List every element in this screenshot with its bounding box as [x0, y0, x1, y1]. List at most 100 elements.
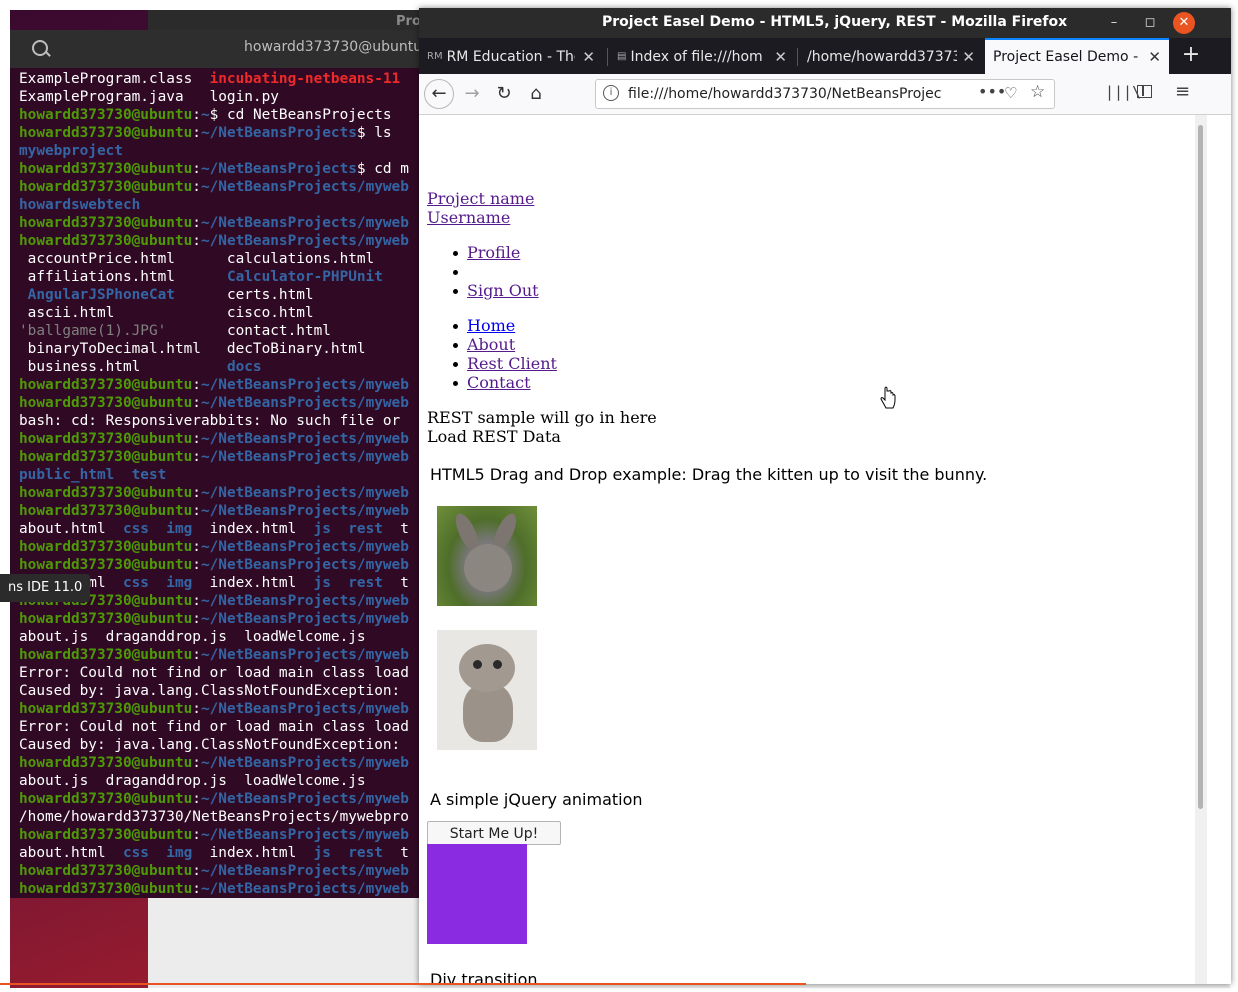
tab-close-icon[interactable]: ✕	[582, 40, 595, 74]
terminal-text: incubating-netbeans-11	[209, 71, 401, 87]
terminal-text: mywebproject	[19, 143, 123, 159]
tab-project-easel-demo[interactable]: Project Easel Demo - H ✕	[985, 38, 1169, 74]
tab-close-icon[interactable]: ✕	[774, 40, 787, 74]
tab-rm-education[interactable]: RM RM Education - The ✕	[419, 40, 603, 74]
scrollbar-thumb[interactable]	[1198, 125, 1203, 809]
load-rest-data[interactable]: Load REST Data	[427, 427, 561, 446]
terminal-text: certs.html	[174, 287, 314, 303]
page-scrollbar[interactable]	[1195, 115, 1207, 984]
terminal-text: t	[382, 845, 409, 861]
page-actions-icon[interactable]: •••	[978, 82, 1006, 101]
username-link[interactable]: Username	[427, 208, 510, 227]
terminal-text: howardd373730@ubuntu	[19, 539, 193, 555]
firefox-titlebar[interactable]: Project Easel Demo - HTML5, jQuery, REST…	[419, 8, 1231, 38]
terminal-text: ~/NetBeansProjects/myweb	[200, 881, 409, 897]
nav-about-link[interactable]: About	[467, 335, 515, 354]
terminal-text: css	[122, 521, 149, 537]
tab-strip: RM RM Education - The ✕ ▤ Index of file://…	[419, 38, 1231, 74]
nav-rest-client-link[interactable]: Rest Client	[467, 354, 557, 373]
tab-close-icon[interactable]: ✕	[1148, 40, 1161, 74]
terminal-text: howardd373730@ubuntu	[19, 485, 193, 501]
kitten-head	[459, 644, 515, 692]
terminal-text: $ cd NetBeansProjects	[209, 107, 392, 123]
terminal-text: Caused by: java.lang.ClassNotFoundExcept…	[19, 737, 409, 753]
terminal-text: ~/NetBeansProjects/myweb	[200, 827, 409, 843]
maximize-button[interactable]: ◻	[1139, 12, 1161, 34]
pocket-icon[interactable]: ♡	[1004, 84, 1017, 102]
terminal-text: :	[192, 431, 201, 447]
jquery-animation-heading: A simple jQuery animation	[430, 790, 643, 809]
terminal-text: howardd373730@ubuntu	[19, 647, 193, 663]
start-me-up-button[interactable]: Start Me Up!	[427, 821, 561, 845]
list-bullet	[453, 251, 458, 256]
terminal-text: :	[192, 449, 201, 465]
url-input[interactable]: file:///home/howardd373730/NetBeansProje…	[628, 86, 942, 102]
terminal-text: :	[192, 593, 201, 609]
back-button[interactable]: ←	[424, 79, 454, 109]
terminal-text: contact.html	[166, 323, 331, 339]
url-bar[interactable]: i file:///home/howardd373730/NetBeansPro…	[595, 79, 1055, 109]
terminal-text: howardd373730@ubuntu	[19, 179, 193, 195]
firefox-window[interactable]: Project Easel Demo - HTML5, jQuery, REST…	[419, 8, 1231, 984]
close-button[interactable]: ✕	[1173, 12, 1195, 34]
terminal-text: index.html	[192, 521, 314, 537]
list-bullet	[453, 343, 458, 348]
home-button[interactable]: ⌂	[521, 79, 551, 109]
new-tab-button[interactable]: +	[1176, 38, 1206, 74]
nav-contact-link[interactable]: Contact	[467, 373, 531, 392]
terminal-text: :	[192, 881, 201, 897]
terminal-text: ~/NetBeansProjects/myweb	[200, 791, 409, 807]
terminal-text: public_html	[19, 467, 115, 483]
kitten-image[interactable]	[437, 630, 537, 750]
list-bullet	[453, 324, 458, 329]
background-window-title: Pro	[396, 14, 421, 29]
terminal-text: howardd373730@ubuntu	[19, 503, 193, 519]
bunny-image[interactable]	[437, 506, 537, 606]
terminal-text: img	[166, 845, 193, 861]
terminal-text: :	[192, 503, 201, 519]
terminal-text: howardd373730@ubuntu	[19, 791, 193, 807]
sidebar-icon[interactable]	[1137, 85, 1152, 98]
terminal-text: rest	[348, 521, 383, 537]
terminal-text: ExampleProgram.java login.py	[19, 89, 279, 105]
terminal-text: AngularJSPhoneCat	[27, 287, 175, 303]
terminal-text: bash: cd: Responsiverabbits: No such fil…	[19, 413, 401, 429]
reload-button[interactable]: ↻	[489, 79, 519, 109]
terminal-text: ~/NetBeansProjects	[200, 161, 357, 177]
terminal-text: howardd373730@ubuntu	[19, 755, 193, 771]
hand-cursor-icon	[880, 386, 896, 409]
info-icon[interactable]: i	[603, 85, 619, 101]
terminal-text: test	[131, 467, 167, 483]
terminal-text: howardd373730@ubuntu	[19, 701, 193, 717]
profile-link[interactable]: Profile	[467, 243, 520, 262]
bunny-face	[464, 544, 512, 592]
tab-label: Index of file:///hom	[630, 49, 763, 65]
tab-close-icon[interactable]: ✕	[962, 40, 975, 74]
forward-button[interactable]: →	[457, 79, 487, 109]
library-icon[interactable]: |||\	[1105, 83, 1141, 101]
tab-home-directory[interactable]: /home/howardd37373 ✕	[799, 40, 983, 74]
hamburger-menu-icon[interactable]: ≡	[1175, 81, 1190, 102]
terminal-text: howardd373730@ubuntu	[19, 449, 193, 465]
terminal-text: :	[192, 863, 201, 879]
terminal-text: :	[192, 485, 201, 501]
terminal-text: ~/NetBeansProjects/myweb	[200, 863, 409, 879]
rest-sample-text: REST sample will go in here	[427, 408, 657, 427]
terminal-text: ~/NetBeansProjects	[200, 125, 357, 141]
tab-index-of-file[interactable]: ▤ Index of file:///hom ✕	[609, 40, 795, 74]
terminal-text: ~/NetBeansProjects/myweb	[200, 701, 409, 717]
bookmark-star-icon[interactable]: ☆	[1030, 82, 1045, 102]
terminal-text: js	[313, 845, 331, 861]
minimize-button[interactable]: –	[1103, 12, 1125, 34]
tab-label: Project Easel Demo - H	[993, 49, 1143, 65]
terminal-text: ~/NetBeansProjects/myweb	[200, 215, 409, 231]
nav-home-link[interactable]: Home	[467, 316, 515, 335]
terminal-text: :	[192, 215, 201, 231]
project-name-link[interactable]: Project name	[427, 189, 534, 208]
search-icon[interactable]	[32, 40, 48, 56]
terminal-text: ascii.html cisco.html	[19, 305, 314, 321]
sign-out-link[interactable]: Sign Out	[467, 281, 539, 300]
terminal-text: :	[192, 827, 201, 843]
